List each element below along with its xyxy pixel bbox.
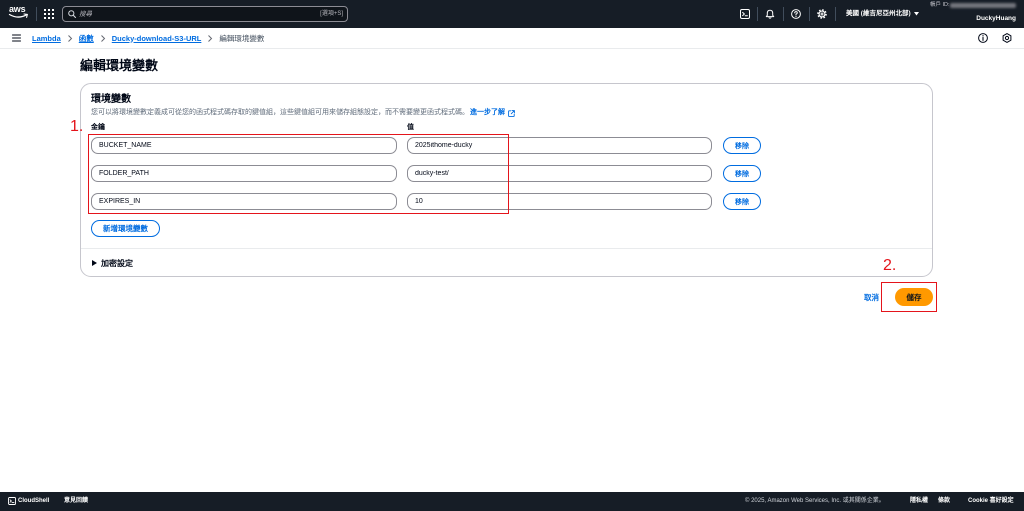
cookie-preferences-link[interactable]: Cookie 喜好設定 — [968, 497, 1014, 506]
account-id-redacted — [950, 3, 1016, 8]
feedback-link[interactable]: 意見回饋 — [64, 497, 88, 506]
encryption-settings-expander[interactable]: 加密設定 — [92, 258, 133, 268]
bell-icon[interactable] — [765, 9, 775, 19]
chevron-right-icon — [67, 34, 72, 42]
cloudshell-link[interactable]: CloudShell — [18, 497, 49, 506]
remove-env-button[interactable]: 移除 — [723, 137, 761, 154]
settings-hex-icon[interactable] — [1002, 33, 1012, 43]
search-box[interactable]: [選項+S] — [62, 6, 348, 22]
account-username[interactable]: DuckyHuang — [976, 15, 1016, 23]
privacy-link[interactable]: 隱私權 — [910, 497, 928, 506]
nav-divider — [809, 7, 810, 21]
menu-icon[interactable] — [11, 34, 22, 42]
terms-link[interactable]: 條款 — [938, 497, 950, 506]
remove-env-button[interactable]: 移除 — [723, 165, 761, 182]
aws-logo-smile — [8, 13, 28, 18]
add-env-var-button[interactable]: 新增環境變數 — [91, 220, 160, 237]
nav-divider — [36, 7, 37, 21]
account-id-label: 帳戶 ID: — [930, 2, 950, 8]
value-column-header: 值 — [407, 124, 414, 131]
copyright-text: © 2025, Amazon Web Services, Inc. 或其關係企業… — [745, 498, 885, 504]
page-title: 編輯環境變數 — [80, 58, 159, 73]
breadcrumb-function-name[interactable]: Ducky-download-S3-URL — [112, 34, 202, 43]
chevron-right-icon — [100, 34, 105, 42]
description-text: 您可以將環境變數定義成可從您的函式程式碼存取的鍵值組，這些鍵值組可用來儲存組態設… — [91, 109, 469, 116]
region-selector[interactable]: 美國 (維吉尼亞州北部) — [846, 9, 919, 19]
caret-down-icon — [913, 12, 919, 16]
key-column-header: 金鑰 — [91, 124, 105, 131]
breadcrumb-current: 編輯環境變數 — [219, 33, 265, 43]
annotation-box-save — [881, 282, 937, 312]
encryption-settings-label: 加密設定 — [101, 258, 133, 268]
card-divider — [81, 248, 932, 249]
env-vars-heading: 環境變數 — [91, 94, 131, 105]
help-icon[interactable] — [791, 9, 801, 19]
nav-divider — [757, 7, 758, 21]
gear-icon[interactable] — [817, 9, 827, 19]
chevron-right-icon — [208, 34, 213, 42]
search-icon — [68, 10, 77, 19]
learn-more-link[interactable]: 進一步了解 — [470, 108, 505, 118]
terminal-icon[interactable] — [740, 9, 750, 19]
remove-env-button[interactable]: 移除 — [723, 193, 761, 210]
breadcrumb-lambda[interactable]: Lambda — [32, 34, 61, 43]
nav-divider — [783, 7, 784, 21]
region-label: 美國 (維吉尼亞州北部) — [846, 10, 911, 17]
annotation-step-1: 1. — [70, 118, 84, 135]
breadcrumb: Lambda 函數 Ducky-download-S3-URL 編輯環境變數 — [32, 28, 264, 48]
breadcrumb-functions[interactable]: 函數 — [79, 33, 94, 44]
nav-divider — [835, 7, 836, 21]
external-link-icon[interactable] — [508, 109, 515, 117]
search-shortcut-hint: [選項+S] — [320, 11, 343, 17]
caret-right-icon — [92, 260, 97, 266]
grid-icon[interactable] — [44, 9, 54, 19]
annotation-step-2: 2. — [883, 257, 897, 274]
env-vars-description: 您可以將環境變數定義成可從您的函式程式碼存取的鍵值組，這些鍵值組可用來儲存組態設… — [91, 108, 515, 118]
cloudshell-icon[interactable] — [8, 497, 16, 505]
cancel-button[interactable]: 取消 — [864, 293, 879, 302]
info-icon[interactable] — [978, 33, 988, 43]
search-input[interactable] — [79, 7, 309, 21]
annotation-box-env-vars — [88, 134, 509, 214]
